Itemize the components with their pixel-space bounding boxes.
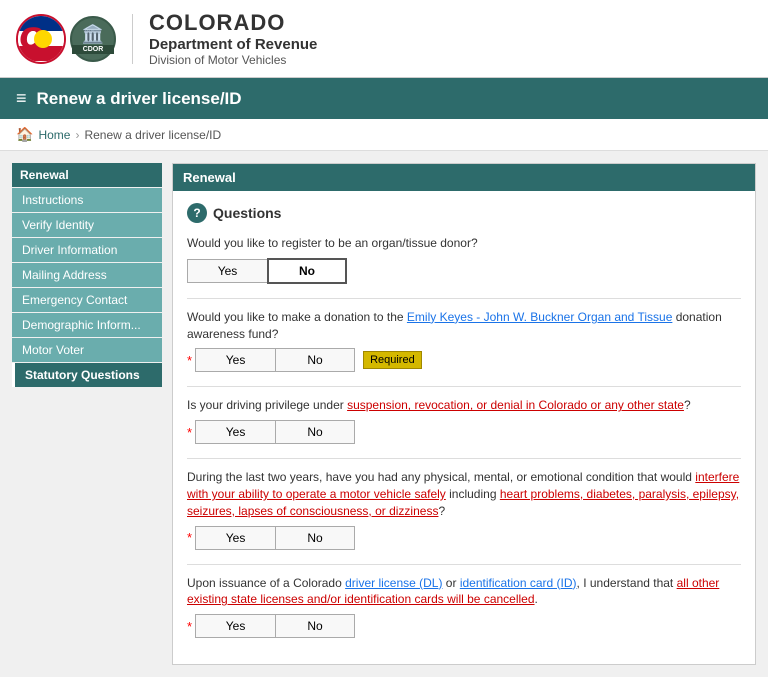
btn-group-1: Yes No (187, 258, 741, 284)
divider-4 (187, 564, 741, 565)
content-header: Renewal (173, 164, 755, 191)
question-text-3: Is your driving privilege under suspensi… (187, 397, 741, 414)
department-name: Department of Revenue (149, 36, 317, 53)
questions-section-title: ? Questions (187, 203, 741, 223)
no-button-1[interactable]: No (267, 258, 347, 284)
sidebar-item-verify-identity[interactable]: Verify Identity (12, 213, 162, 237)
sidebar-item-motor-voter[interactable]: Motor Voter (12, 338, 162, 362)
content-area: Renewal ? Questions Would you like to re… (172, 163, 756, 665)
breadcrumb-home[interactable]: Home (38, 128, 70, 142)
btn-group-3: * Yes No (187, 420, 741, 444)
emily-keyes-link[interactable]: Emily Keyes - John W. Buckner Organ and … (407, 310, 672, 324)
cdor-logo: 🏛️ CDOR (70, 16, 116, 62)
sidebar: Renewal Instructions Verify Identity Dri… (12, 163, 162, 665)
division-name: Division of Motor Vehicles (149, 53, 317, 67)
question-block-2: Would you like to make a donation to the… (187, 309, 741, 373)
required-marker-4: * (187, 530, 192, 545)
state-name: COLORADO (149, 10, 317, 36)
sidebar-item-statutory-questions[interactable]: Statutory Questions (12, 363, 162, 387)
question-block-5: Upon issuance of a Colorado driver licen… (187, 575, 741, 639)
colorado-flag-logo: C (16, 14, 66, 64)
question-icon: ? (187, 203, 207, 223)
content-body: ? Questions Would you like to register t… (173, 191, 755, 664)
sidebar-item-emergency-contact[interactable]: Emergency Contact (12, 288, 162, 312)
yes-button-5[interactable]: Yes (195, 614, 275, 638)
dl-link[interactable]: driver license (DL) (345, 576, 442, 590)
question-text-1: Would you like to register to be an orga… (187, 235, 741, 252)
suspension-text: suspension, revocation, or denial in Col… (347, 398, 684, 412)
required-marker-5: * (187, 619, 192, 634)
sidebar-item-driver-info[interactable]: Driver Information (12, 238, 162, 262)
required-marker-2: * (187, 353, 192, 368)
breadcrumb: 🏠 Home › Renew a driver license/ID (0, 119, 768, 151)
divider-3 (187, 458, 741, 459)
no-button-3[interactable]: No (275, 420, 355, 444)
required-badge: Required (363, 351, 422, 369)
breadcrumb-separator: › (75, 128, 79, 142)
btn-group-5: * Yes No (187, 614, 741, 638)
main-layout: Renewal Instructions Verify Identity Dri… (0, 151, 768, 677)
yes-button-1[interactable]: Yes (187, 259, 267, 283)
question-block-1: Would you like to register to be an orga… (187, 235, 741, 284)
sidebar-header: Renewal (12, 163, 162, 187)
question-block-3: Is your driving privilege under suspensi… (187, 397, 741, 444)
nav-bar: ≡ Renew a driver license/ID (0, 78, 768, 119)
sidebar-item-mailing-address[interactable]: Mailing Address (12, 263, 162, 287)
question-text-4: During the last two years, have you had … (187, 469, 741, 519)
cancellation-text: all other existing state licenses and/or… (187, 576, 719, 607)
yes-button-2[interactable]: Yes (195, 348, 275, 372)
hamburger-icon[interactable]: ≡ (16, 88, 27, 109)
question-text-5: Upon issuance of a Colorado driver licen… (187, 575, 741, 609)
question-text-2: Would you like to make a donation to the… (187, 309, 741, 343)
breadcrumb-current: Renew a driver license/ID (84, 128, 221, 142)
no-button-2[interactable]: No (275, 348, 355, 372)
home-icon: 🏠 (16, 126, 33, 143)
no-button-5[interactable]: No (275, 614, 355, 638)
sidebar-item-demographic[interactable]: Demographic Inform... (12, 313, 162, 337)
required-marker-3: * (187, 425, 192, 440)
header-divider (132, 14, 133, 64)
header-text: COLORADO Department of Revenue Division … (149, 10, 317, 67)
nav-title: Renew a driver license/ID (37, 89, 242, 109)
id-link[interactable]: identification card (ID) (460, 576, 577, 590)
logo-group: C 🏛️ CDOR COLORADO Department of Revenue… (16, 10, 317, 67)
sidebar-item-instructions[interactable]: Instructions (12, 188, 162, 212)
no-button-4[interactable]: No (275, 526, 355, 550)
divider-2 (187, 386, 741, 387)
yes-button-4[interactable]: Yes (195, 526, 275, 550)
yes-button-3[interactable]: Yes (195, 420, 275, 444)
question-block-4: During the last two years, have you had … (187, 469, 741, 549)
divider-1 (187, 298, 741, 299)
page-header: C 🏛️ CDOR COLORADO Department of Revenue… (0, 0, 768, 78)
btn-group-2: * Yes No Required (187, 348, 741, 372)
btn-group-4: * Yes No (187, 526, 741, 550)
